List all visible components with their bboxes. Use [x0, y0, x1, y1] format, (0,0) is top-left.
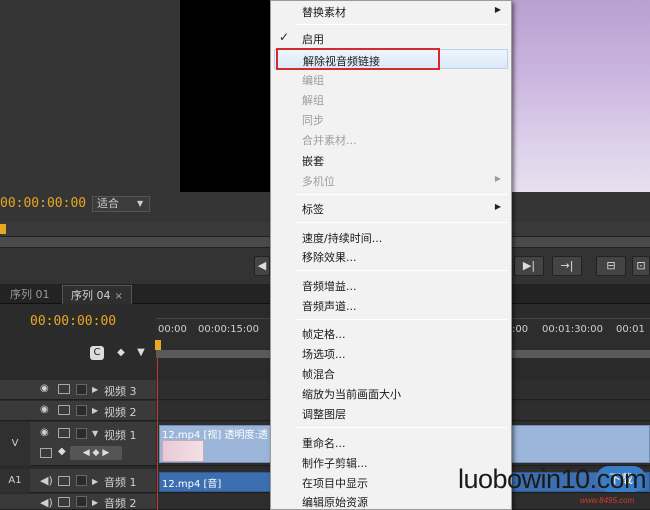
watermark-text: luobowin10.com	[458, 464, 647, 494]
lift-icon[interactable]: ⊟	[596, 256, 626, 276]
collapse-triangle-icon[interactable]: ▼	[92, 429, 98, 438]
speaker-icon[interactable]: ◀)	[40, 496, 53, 509]
menu-separator	[296, 222, 508, 223]
film-icon[interactable]	[58, 384, 70, 394]
menu-separator	[296, 194, 508, 195]
ruler-tick: 00:00	[158, 324, 187, 335]
menu-item-remove-effects[interactable]: 移除效果...	[271, 246, 511, 266]
menu-item-nest[interactable]: 嵌套	[271, 150, 511, 170]
track-target-a1[interactable]: A1	[0, 469, 30, 493]
track-header-v3: ◉ ▶ 视频 3	[0, 380, 156, 400]
track-name: 视频 2	[104, 406, 137, 419]
lock-toggle[interactable]	[76, 384, 87, 395]
clip-thumbnail	[162, 440, 204, 462]
track-header-v2: ◉ ▶ 视频 2	[0, 401, 156, 421]
clip-label: 12.mp4 [音]	[162, 479, 222, 490]
extract-icon[interactable]: ⊡	[632, 256, 650, 276]
watermark: 下载 luobowin10.com www.8495.com	[450, 462, 650, 510]
monitor-timecode[interactable]: 00:00:00:00	[0, 196, 86, 211]
expand-triangle-icon[interactable]: ▶	[92, 498, 98, 507]
menu-item-rename[interactable]: 重命名...	[271, 432, 511, 452]
keyframe-icon[interactable]: ◆	[58, 446, 66, 457]
menu-item-merge-clips[interactable]: 合并素材...	[271, 129, 511, 149]
checkmark-icon: ✓	[279, 30, 290, 44]
timeline-playhead[interactable]	[155, 340, 161, 350]
track-name: 音频 1	[104, 476, 137, 489]
menu-item-frame-hold[interactable]: 帧定格...	[271, 323, 511, 343]
menu-separator	[296, 427, 508, 428]
display-style-icon[interactable]	[40, 448, 52, 458]
menu-item-audio-gain[interactable]: 音频增益...	[271, 275, 511, 295]
film-icon[interactable]	[58, 497, 70, 507]
menu-item-field-options[interactable]: 场选项...	[271, 343, 511, 363]
video-clip[interactable]: 12.mp4 [视] 透明度:透	[159, 425, 271, 463]
lock-toggle[interactable]	[76, 428, 87, 439]
lock-toggle[interactable]	[76, 475, 87, 486]
eye-icon[interactable]: ◉	[40, 405, 52, 415]
menu-item-speed-duration[interactable]: 速度/持续时间...	[271, 227, 511, 247]
keyframe-nav-icon[interactable]: ◀ ◆ ▶	[70, 446, 122, 460]
export-frame-icon[interactable]: →|	[552, 256, 582, 276]
track-target-v[interactable]: V	[0, 422, 30, 466]
annotation-highlight-box	[276, 48, 440, 70]
eye-icon[interactable]: ◉	[40, 428, 52, 438]
menu-item-frame-blend[interactable]: 帧混合	[271, 363, 511, 383]
monitor-playhead[interactable]	[0, 224, 6, 234]
eye-icon[interactable]: ◉	[40, 384, 52, 394]
marker-icon[interactable]: ▼	[134, 346, 148, 360]
source-video-frame	[180, 0, 272, 192]
snap-icon[interactable]: C	[90, 346, 104, 360]
track-header-a2: ◀) ▶ 音频 2	[0, 494, 156, 510]
track-name: 视频 1	[104, 429, 137, 442]
menu-item-replace-footage[interactable]: 替换素材 ▶	[271, 1, 511, 21]
timeline-timecode[interactable]: 00:00:00:00	[30, 314, 116, 329]
menu-item-adjustment-layer[interactable]: 调整图层	[271, 403, 511, 423]
speaker-icon[interactable]: ◀)	[40, 474, 53, 487]
step-back-button[interactable]: ◀	[254, 256, 270, 276]
track-name: 音频 2	[104, 497, 137, 510]
submenu-arrow-icon: ▶	[494, 5, 501, 14]
menu-item-enable[interactable]: ✓ 启用	[271, 28, 511, 48]
tab-sequence-01[interactable]: 序列 01	[2, 285, 58, 304]
ruler-tick: 00:01:30:00	[542, 324, 604, 335]
add-marker-icon[interactable]: ◆	[114, 346, 128, 360]
menu-item-group[interactable]: 编组	[271, 69, 511, 89]
tab-sequence-04[interactable]: 序列 04 ×	[62, 285, 132, 304]
expand-triangle-icon[interactable]: ▶	[92, 385, 98, 394]
film-icon[interactable]	[58, 428, 70, 438]
expand-triangle-icon[interactable]: ▶	[92, 477, 98, 486]
clip-label: 12.mp4 [视] 透明度:透	[162, 430, 268, 441]
expand-triangle-icon[interactable]: ▶	[92, 406, 98, 415]
track-header-v1: V ◉ ▼ 视频 1 ◆ ◀ ◆ ▶	[0, 422, 156, 466]
submenu-arrow-icon: ▶	[494, 174, 501, 183]
program-video-frame	[510, 0, 650, 192]
menu-item-scale-to-frame-size[interactable]: 缩放为当前画面大小	[271, 383, 511, 403]
lock-toggle[interactable]	[76, 405, 87, 416]
menu-separator	[296, 24, 508, 25]
film-icon[interactable]	[58, 405, 70, 415]
watermark-subtext: www.8495.com	[580, 496, 635, 505]
ruler-tick: :00	[512, 324, 529, 335]
menu-separator	[296, 270, 508, 271]
chevron-down-icon[interactable]: ▼	[137, 199, 149, 209]
menu-item-audio-channels[interactable]: 音频声道...	[271, 295, 511, 315]
menu-item-label[interactable]: 标签 ▶	[271, 198, 511, 218]
menu-separator	[296, 319, 508, 320]
audio-clip[interactable]: 12.mp4 [音]	[159, 472, 271, 492]
menu-item-ungroup[interactable]: 解组	[271, 89, 511, 109]
close-icon[interactable]: ×	[115, 291, 123, 302]
video-clip-continuation[interactable]	[510, 425, 650, 463]
submenu-arrow-icon: ▶	[494, 202, 501, 211]
ruler-tick: 00:01	[616, 324, 645, 335]
playhead-line	[157, 358, 158, 510]
lock-toggle[interactable]	[76, 496, 87, 507]
film-icon[interactable]	[58, 476, 70, 486]
track-header-a1: A1 ◀) ▶ 音频 1	[0, 469, 156, 493]
track-name: 视频 3	[104, 385, 137, 398]
ruler-tick: 00:00:15:00	[198, 324, 260, 335]
menu-item-synchronize[interactable]: 同步	[271, 109, 511, 129]
menu-item-multi-camera[interactable]: 多机位 ▶	[271, 170, 511, 190]
play-to-end-icon[interactable]: ▶|	[514, 256, 544, 276]
